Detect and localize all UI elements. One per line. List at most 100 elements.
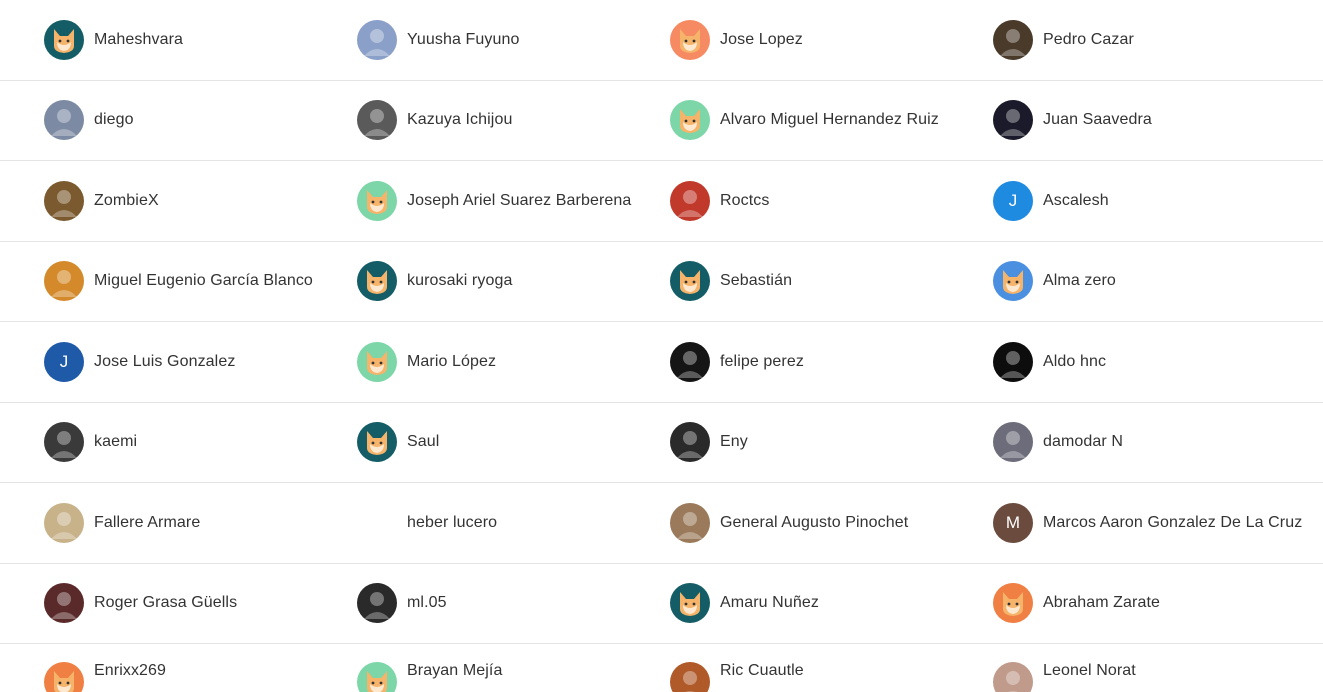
user-item[interactable]: M Marcos Aaron Gonzalez De La Cruz (961, 483, 1323, 564)
user-name[interactable]: Brayan Mejía (407, 662, 502, 680)
fox-icon[interactable] (670, 19, 710, 60)
user-item[interactable]: J Jose Luis Gonzalez (0, 322, 322, 403)
fox-icon[interactable] (44, 662, 84, 692)
photo-avatar[interactable] (670, 180, 710, 221)
fox-icon[interactable] (993, 583, 1033, 624)
letter-avatar[interactable]: J (993, 180, 1033, 221)
user-item[interactable]: Amaru Nuñez (649, 564, 961, 644)
photo-avatar[interactable] (993, 100, 1033, 141)
user-item[interactable]: J Ascalesh (961, 161, 1323, 242)
user-item[interactable]: Leonel Norat (961, 644, 1323, 692)
user-name[interactable]: Ascalesh (1043, 192, 1109, 210)
user-item[interactable]: Yuusha Fuyuno (322, 0, 649, 81)
photo-avatar[interactable] (357, 583, 397, 624)
fox-icon[interactable] (357, 422, 397, 463)
user-name[interactable]: Yuusha Fuyuno (407, 31, 520, 49)
user-item[interactable]: General Augusto Pinochet (649, 483, 961, 564)
user-item[interactable]: Eny (649, 403, 961, 483)
photo-avatar[interactable] (993, 422, 1033, 463)
user-name[interactable]: Abraham Zarate (1043, 594, 1160, 612)
user-item[interactable]: Joseph Ariel Suarez Barberena (322, 161, 649, 242)
user-item[interactable]: Maheshvara (0, 0, 322, 81)
photo-avatar[interactable] (670, 341, 710, 382)
photo-avatar[interactable] (44, 422, 84, 463)
user-name[interactable]: Sebastián (720, 272, 792, 290)
user-name[interactable]: Pedro Cazar (1043, 31, 1134, 49)
photo-avatar[interactable] (670, 662, 710, 692)
user-name[interactable]: Ric Cuautle (720, 662, 804, 680)
user-name[interactable]: heber lucero (407, 514, 497, 532)
user-item[interactable]: Sebastián (649, 242, 961, 322)
user-name[interactable]: Enrixx269 (94, 662, 166, 680)
user-name[interactable]: Alvaro Miguel Hernandez Ruiz (720, 111, 939, 129)
user-name[interactable]: felipe perez (720, 353, 804, 371)
user-item[interactable]: felipe perez (649, 322, 961, 403)
fox-icon[interactable] (670, 583, 710, 624)
photo-avatar[interactable] (357, 19, 397, 60)
user-name[interactable]: Mario López (407, 353, 496, 371)
user-name[interactable]: Saul (407, 433, 439, 451)
fox-icon[interactable] (44, 19, 84, 60)
photo-avatar[interactable] (44, 180, 84, 221)
user-item[interactable]: Juan Saavedra (961, 81, 1323, 161)
user-name[interactable]: Marcos Aaron Gonzalez De La Cruz (1043, 514, 1302, 532)
user-item[interactable]: kurosaki ryoga (322, 242, 649, 322)
user-name[interactable]: kaemi (94, 433, 137, 451)
user-name[interactable]: Leonel Norat (1043, 662, 1136, 680)
photo-avatar[interactable] (670, 502, 710, 543)
user-name[interactable]: Jose Lopez (720, 31, 803, 49)
user-item[interactable]: Pedro Cazar (961, 0, 1323, 81)
user-item[interactable]: Aldo hnc (961, 322, 1323, 403)
user-name[interactable]: Joseph Ariel Suarez Barberena (407, 192, 631, 210)
photo-avatar[interactable] (993, 662, 1033, 692)
user-name[interactable]: Juan Saavedra (1043, 111, 1152, 129)
user-name[interactable]: Amaru Nuñez (720, 594, 819, 612)
user-name[interactable]: Jose Luis Gonzalez (94, 353, 235, 371)
user-item[interactable]: heber lucero (322, 483, 649, 564)
user-item[interactable]: ZombieX (0, 161, 322, 242)
user-item[interactable]: Fallere Armare (0, 483, 322, 564)
letter-avatar[interactable]: M (993, 502, 1033, 543)
user-name[interactable]: damodar N (1043, 433, 1123, 451)
user-item[interactable]: Saul (322, 403, 649, 483)
user-item[interactable]: diego (0, 81, 322, 161)
letter-avatar[interactable]: J (44, 341, 84, 382)
user-name[interactable]: Eny (720, 433, 748, 451)
fox-icon[interactable] (357, 341, 397, 382)
user-item[interactable]: Alma zero (961, 242, 1323, 322)
photo-avatar[interactable] (670, 422, 710, 463)
user-name[interactable]: Miguel Eugenio García Blanco (94, 272, 313, 290)
user-item[interactable]: Roctcs (649, 161, 961, 242)
user-name[interactable]: Roctcs (720, 192, 770, 210)
user-name[interactable]: Aldo hnc (1043, 353, 1106, 371)
user-name[interactable]: kurosaki ryoga (407, 272, 512, 290)
user-item[interactable]: damodar N (961, 403, 1323, 483)
user-item[interactable]: Ric Cuautle (649, 644, 961, 692)
user-item[interactable]: Mario López (322, 322, 649, 403)
user-item[interactable]: Jose Lopez (649, 0, 961, 81)
photo-avatar[interactable] (44, 583, 84, 624)
photo-avatar[interactable] (44, 261, 84, 302)
user-name[interactable]: ml.05 (407, 594, 447, 612)
fox-icon[interactable] (670, 261, 710, 302)
user-name[interactable]: Kazuya Ichijou (407, 111, 512, 129)
fox-icon[interactable] (670, 100, 710, 141)
user-item[interactable]: kaemi (0, 403, 322, 483)
photo-avatar[interactable] (44, 100, 84, 141)
photo-avatar[interactable] (993, 19, 1033, 60)
user-item[interactable]: Brayan Mejía (322, 644, 649, 692)
photo-avatar[interactable] (44, 502, 84, 543)
photo-avatar[interactable] (357, 502, 397, 543)
user-item[interactable]: Miguel Eugenio García Blanco (0, 242, 322, 322)
fox-icon[interactable] (357, 180, 397, 221)
user-name[interactable]: Roger Grasa Güells (94, 594, 237, 612)
photo-avatar[interactable] (993, 341, 1033, 382)
user-name[interactable]: General Augusto Pinochet (720, 514, 908, 532)
user-name[interactable]: Alma zero (1043, 272, 1116, 290)
user-item[interactable]: Kazuya Ichijou (322, 81, 649, 161)
user-name[interactable]: Fallere Armare (94, 514, 200, 532)
fox-icon[interactable] (357, 261, 397, 302)
user-item[interactable]: Roger Grasa Güells (0, 564, 322, 644)
user-item[interactable]: Enrixx269 (0, 644, 322, 692)
user-item[interactable]: Alvaro Miguel Hernandez Ruiz (649, 81, 961, 161)
